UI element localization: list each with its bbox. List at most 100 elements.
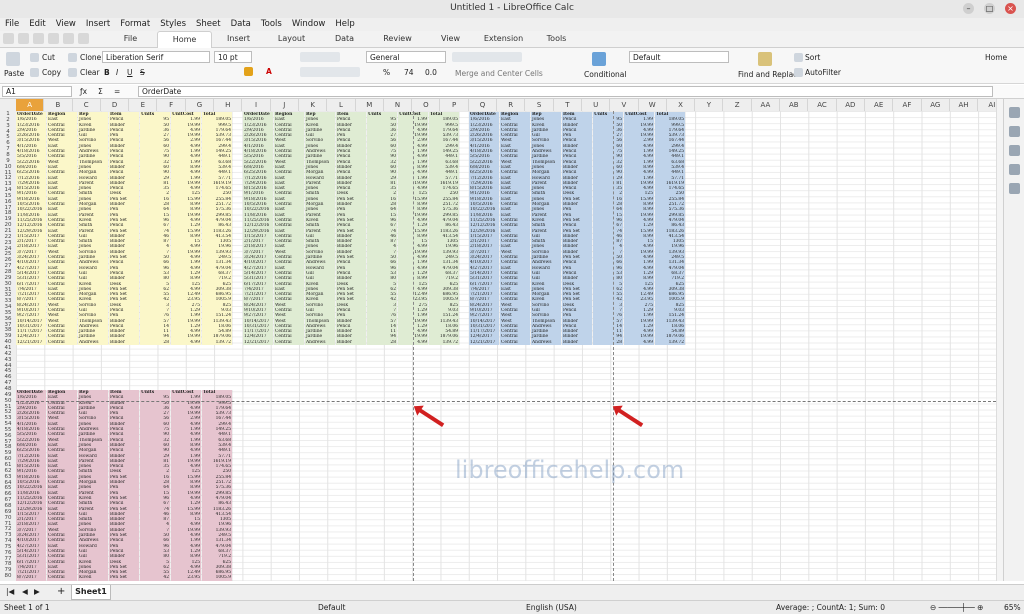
- close-icon[interactable]: ×: [1005, 3, 1016, 14]
- menu-window[interactable]: Window: [287, 18, 331, 31]
- column-header[interactable]: H: [214, 99, 242, 111]
- number-format-box[interactable]: General: [366, 51, 446, 63]
- table-row[interactable]: 12/21/2017CentralAndrewsBinder284.99139.…: [469, 340, 686, 345]
- column-header[interactable]: AH: [950, 99, 978, 111]
- conditional-button[interactable]: Conditional: [584, 70, 626, 79]
- cut-icon[interactable]: [30, 53, 39, 62]
- menu-edit[interactable]: Edit: [24, 18, 50, 31]
- add-sheet-icon[interactable]: +: [57, 586, 65, 597]
- conditional-icon[interactable]: [592, 52, 606, 66]
- cell[interactable]: 12/12/2016: [469, 223, 500, 228]
- column-header[interactable]: V: [610, 99, 638, 111]
- clone-button[interactable]: Clone: [80, 53, 101, 62]
- column-header[interactable]: G: [186, 99, 214, 111]
- properties-icon[interactable]: [1009, 107, 1020, 118]
- bold-button[interactable]: B: [104, 68, 110, 77]
- open-icon[interactable]: [18, 33, 29, 44]
- formula-icon[interactable]: =: [114, 87, 120, 96]
- column-header[interactable]: Q: [469, 99, 497, 111]
- underline-button[interactable]: U: [127, 68, 133, 77]
- next-sheet-icon[interactable]: ▶: [34, 587, 40, 596]
- column-header[interactable]: J: [271, 99, 299, 111]
- cell[interactable]: 10/22/2016: [16, 207, 47, 212]
- column-header[interactable]: AI: [978, 99, 996, 111]
- cell[interactable]: 139.72: [429, 340, 460, 345]
- name-box[interactable]: A1: [2, 86, 72, 97]
- cell[interactable]: 10/22/2016: [469, 207, 500, 212]
- merge-center-button[interactable]: Merge and Center Cells: [455, 69, 543, 78]
- column-header[interactable]: L: [327, 99, 355, 111]
- add-decimal-button[interactable]: 0.0: [425, 68, 437, 77]
- cell[interactable]: 28: [367, 340, 398, 345]
- column-header[interactable]: U: [582, 99, 610, 111]
- tab-layout[interactable]: Layout: [265, 31, 318, 48]
- new-document-icon[interactable]: [3, 33, 14, 44]
- table-row[interactable]: 12/21/2017CentralAndrewsBinder284.99139.…: [243, 340, 460, 345]
- cell[interactable]: 28: [593, 340, 624, 345]
- sum-icon[interactable]: Σ: [98, 87, 103, 96]
- column-header[interactable]: AE: [865, 99, 893, 111]
- cell[interactable]: 12/12/2016: [16, 501, 47, 506]
- first-sheet-icon[interactable]: |◀: [6, 587, 14, 596]
- menu-file[interactable]: File: [0, 18, 24, 31]
- italic-button[interactable]: I: [116, 68, 118, 77]
- column-header[interactable]: P: [441, 99, 469, 111]
- styles-icon[interactable]: [1009, 126, 1020, 137]
- column-header[interactable]: AA: [752, 99, 780, 111]
- cell[interactable]: Binder: [109, 340, 140, 345]
- column-header[interactable]: AD: [837, 99, 865, 111]
- column-header[interactable]: M: [356, 99, 384, 111]
- indent-border-icons[interactable]: [300, 67, 360, 77]
- clear-button[interactable]: Clear: [80, 68, 100, 77]
- cell-style-box[interactable]: Default: [629, 51, 729, 63]
- column-header[interactable]: AB: [780, 99, 808, 111]
- cell[interactable]: Andrews: [78, 340, 109, 345]
- tab-home[interactable]: Home: [157, 31, 212, 48]
- row-header[interactable]: 80: [0, 573, 16, 579]
- cell[interactable]: Central: [47, 575, 78, 580]
- autofilter-button[interactable]: AutoFilter: [805, 68, 841, 77]
- font-name-box[interactable]: Liberation Serif: [102, 51, 210, 63]
- cut-button[interactable]: Cut: [42, 53, 55, 62]
- column-header[interactable]: X: [667, 99, 695, 111]
- redo-icon[interactable]: [63, 33, 74, 44]
- menu-format[interactable]: Format: [115, 18, 155, 31]
- menu-tools[interactable]: Tools: [256, 18, 287, 31]
- data-block-green[interactable]: OrderDateRegionRepItemUnitsUnitCostTotal…: [243, 112, 460, 345]
- cell[interactable]: Central: [47, 340, 78, 345]
- column-header[interactable]: W: [639, 99, 667, 111]
- prev-sheet-icon[interactable]: ◀: [22, 587, 28, 596]
- column-header[interactable]: F: [158, 99, 186, 111]
- table-row[interactable]: 8/7/2017CentralKivellPen Set4223.951005.…: [16, 575, 233, 580]
- menu-data[interactable]: Data: [226, 18, 256, 31]
- autofilter-icon[interactable]: [794, 68, 803, 77]
- column-header[interactable]: R: [497, 99, 525, 111]
- cell[interactable]: 8/7/2017: [16, 575, 47, 580]
- cell[interactable]: Central: [500, 340, 531, 345]
- table-row[interactable]: 12/21/2017CentralAndrewsBinder284.99139.…: [16, 340, 233, 345]
- cell[interactable]: Andrews: [305, 340, 336, 345]
- cell[interactable]: 12/12/2016: [243, 223, 274, 228]
- save-icon[interactable]: [33, 33, 44, 44]
- clone-icon[interactable]: [68, 53, 77, 62]
- cell[interactable]: 139.72: [202, 340, 233, 345]
- menu-sheet[interactable]: Sheet: [191, 18, 226, 31]
- cell[interactable]: 12/12/2016: [16, 223, 47, 228]
- zoom-level[interactable]: 65%: [1004, 601, 1021, 614]
- data-block-pink[interactable]: OrderDateRegionRepItemUnitsUnitCostTotal…: [16, 390, 233, 581]
- cell[interactable]: 1005.9: [202, 575, 233, 580]
- copy-icon[interactable]: [30, 68, 39, 77]
- sheet-tab[interactable]: Sheet1: [71, 585, 111, 600]
- cell[interactable]: Kivell: [78, 575, 109, 580]
- column-header[interactable]: D: [101, 99, 129, 111]
- sort-icon[interactable]: [794, 53, 803, 62]
- zoom-slider[interactable]: ⊖ ─────┼── ⊕: [930, 601, 983, 614]
- column-header[interactable]: C: [73, 99, 101, 111]
- font-size-box[interactable]: 10 pt: [214, 51, 252, 63]
- cell[interactable]: 12/21/2017: [16, 340, 47, 345]
- paste-icon[interactable]: [6, 52, 20, 66]
- column-header[interactable]: AG: [922, 99, 950, 111]
- tab-extension[interactable]: Extension: [477, 31, 530, 48]
- sort-button[interactable]: Sort: [805, 53, 820, 62]
- cell[interactable]: 10/22/2016: [243, 207, 274, 212]
